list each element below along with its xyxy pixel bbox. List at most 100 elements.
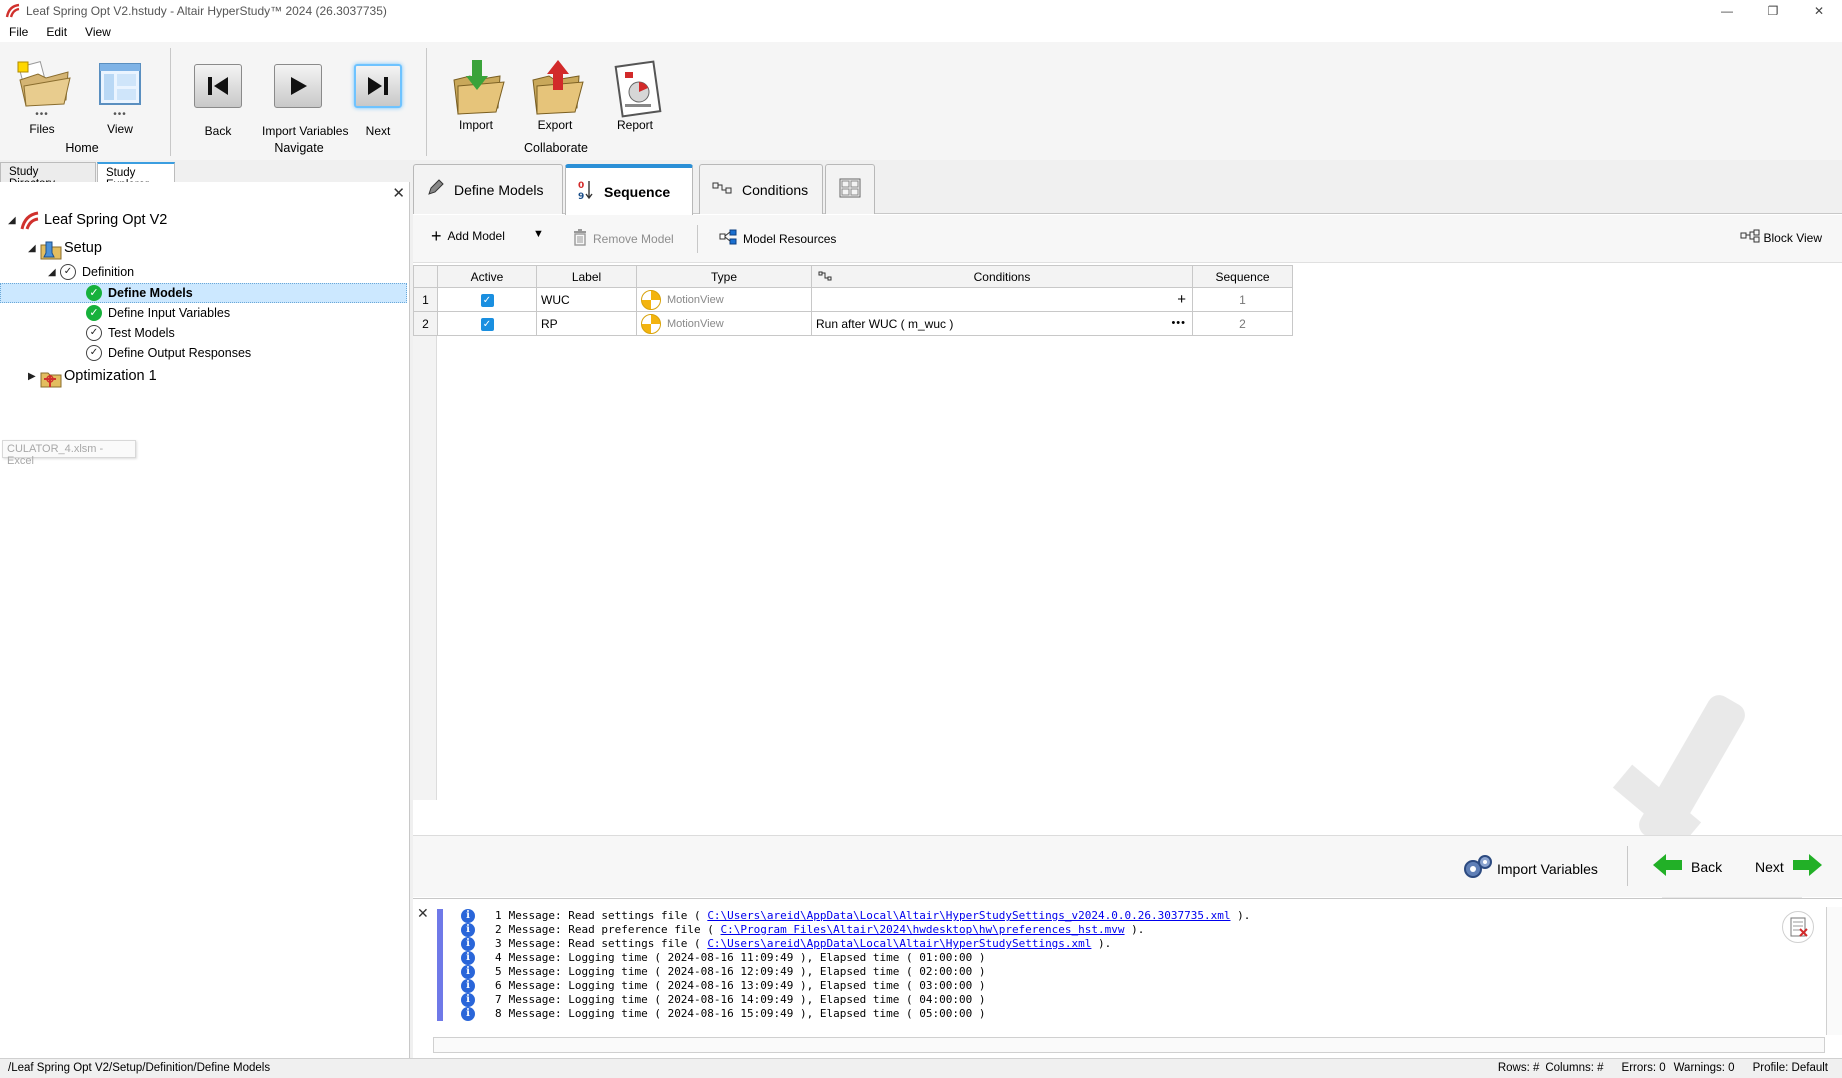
ribbon-import-label: Import — [458, 118, 493, 132]
row-number: 1 — [413, 287, 438, 312]
sort-numeric-icon: 09 — [578, 179, 594, 204]
ribbon-import-button[interactable]: Import — [440, 60, 512, 132]
col-type-header[interactable]: Type — [636, 265, 812, 288]
expand-caret-icon[interactable]: ◢ — [48, 267, 60, 278]
export-folder-icon — [529, 60, 584, 115]
gears-icon — [1463, 854, 1493, 883]
tab-conditions[interactable]: Conditions — [699, 164, 823, 214]
log-vertical-scrollbar[interactable] — [1826, 907, 1842, 1035]
row-header-strip — [413, 265, 437, 800]
tree-item-study-root[interactable]: ◢ Leaf Spring Opt V2 — [8, 210, 167, 230]
tree-item-setup[interactable]: ◢ Setup — [28, 238, 102, 260]
sequence-cell[interactable]: 2 — [1192, 311, 1293, 336]
log-file-link[interactable]: C:\Users\areid\AppData\Local\Altair\Hype… — [707, 909, 1230, 923]
sequence-cell[interactable]: 1 — [1192, 287, 1293, 312]
ribbon-export-button[interactable]: Export — [519, 60, 591, 132]
table-header-row: Active Label Type Conditions Sequence — [413, 265, 1293, 288]
col-conditions-header[interactable]: Conditions — [811, 265, 1193, 288]
view-button[interactable]: ••• View — [84, 60, 156, 136]
active-cell[interactable]: ✓ — [437, 311, 537, 336]
ribbon-back-button[interactable]: Back — [182, 60, 254, 138]
ribbon-import-variables-button[interactable]: Import Variables — [262, 60, 348, 138]
check-outline-icon: ✓ — [86, 325, 102, 341]
add-model-dropdown[interactable]: ▼ — [533, 228, 544, 240]
import-variables-button[interactable]: Import Variables — [1463, 854, 1598, 883]
tab-define-models[interactable]: Define Models — [413, 164, 563, 214]
models-toolbar: + Add Model ▼ Remove Model Model Resourc… — [413, 215, 1842, 263]
tree-item-define-models[interactable]: ✓ Define Models — [86, 283, 193, 303]
info-icon: i — [461, 1007, 475, 1021]
clear-log-button[interactable] — [1782, 911, 1814, 943]
active-checkbox[interactable]: ✓ — [480, 294, 494, 307]
active-checkbox[interactable]: ✓ — [480, 318, 494, 331]
col-label-header[interactable]: Label — [536, 265, 637, 288]
conditions-cell[interactable]: Run after WUC ( m_wuc ) ••• — [811, 311, 1193, 336]
tab-study-directory[interactable]: Study Directory — [0, 162, 96, 190]
table-row[interactable]: 1 ✓ WUC MotionView + 1 — [413, 287, 1293, 312]
edit-condition-button[interactable]: ••• — [1171, 317, 1186, 329]
log-file-link[interactable]: C:\Users\areid\AppData\Local\Altair\Hype… — [707, 937, 1091, 951]
tree-item-definition[interactable]: ◢ ✓ Definition — [48, 262, 134, 282]
next-label: Next — [1755, 858, 1784, 875]
tab-study-explorer[interactable]: Study Explorer — [97, 162, 175, 191]
table-row[interactable]: 2 ✓ RP MotionView Run after WUC ( m_wuc … — [413, 311, 1293, 336]
label-cell[interactable]: RP — [536, 311, 637, 336]
log-line: i 2 Message: Read preference file ( C:\Pro… — [461, 923, 1250, 937]
tree-item-define-input-variables[interactable]: ✓ Define Input Variables — [86, 303, 230, 323]
check-outline-icon: ✓ — [60, 264, 76, 280]
block-view-button[interactable]: Block View — [1740, 229, 1822, 246]
col-sequence-header[interactable]: Sequence — [1192, 265, 1293, 288]
tree-define-input-variables-label: Define Input Variables — [108, 306, 231, 320]
conditions-cell[interactable]: + — [811, 287, 1193, 312]
caret-down-icon: ▼ — [533, 228, 544, 240]
collapse-caret-icon[interactable]: ▶ — [28, 371, 40, 382]
log-file-link[interactable]: C:\Program Files\Altair\2024\hwdesktop\h… — [721, 923, 1125, 937]
type-cell[interactable]: MotionView — [636, 311, 812, 336]
menu-view[interactable]: View — [76, 25, 120, 39]
tree-optimization-label: Optimization 1 — [64, 368, 157, 384]
tab-grid-view[interactable] — [825, 164, 875, 214]
import-folder-icon — [450, 60, 505, 115]
expand-caret-icon[interactable]: ◢ — [8, 215, 20, 226]
model-resources-icon — [719, 229, 737, 248]
status-rows: Rows: # — [1497, 1062, 1540, 1074]
maximize-button[interactable]: ❐ — [1750, 0, 1796, 22]
log-horizontal-scrollbar[interactable] — [433, 1037, 1825, 1053]
tree-item-define-output-responses[interactable]: ✓ Define Output Responses — [86, 343, 251, 363]
files-button[interactable]: ••• Files — [6, 60, 78, 136]
title-bar: Leaf Spring Opt V2.hstudy - Altair Hyper… — [0, 0, 1842, 22]
expand-caret-icon[interactable]: ◢ — [28, 243, 40, 254]
tab-sequence-label: Sequence — [604, 183, 671, 200]
active-cell[interactable]: ✓ — [437, 287, 537, 312]
log-message-tail: ). — [1124, 923, 1145, 936]
col-active-header[interactable]: Active — [437, 265, 537, 288]
back-button[interactable]: Back — [1653, 854, 1722, 879]
add-model-button[interactable]: + Add Model — [431, 227, 505, 245]
ribbon-report-button[interactable]: Report — [599, 60, 671, 132]
arrow-left-icon — [1653, 854, 1683, 879]
remove-model-button[interactable]: Remove Model — [573, 229, 674, 249]
add-condition-button[interactable]: + — [1177, 291, 1186, 308]
arrow-right-icon — [1792, 854, 1822, 879]
collaborate-group-label: Collaborate — [524, 141, 588, 155]
setup-folder-icon — [40, 239, 62, 260]
status-errors: Errors: 0 — [1621, 1062, 1666, 1074]
minimize-button[interactable]: — — [1704, 0, 1750, 22]
tree-item-test-models[interactable]: ✓ Test Models — [86, 323, 175, 343]
info-icon: i — [461, 979, 475, 993]
type-cell[interactable]: MotionView — [636, 287, 812, 312]
clear-log-icon — [1790, 917, 1808, 937]
menu-edit[interactable]: Edit — [37, 25, 76, 39]
close-window-button[interactable]: ✕ — [1796, 0, 1842, 22]
close-panel-icon[interactable]: ✕ — [392, 184, 405, 202]
status-profile: Profile: Default — [1752, 1062, 1828, 1074]
tab-sequence[interactable]: 09 Sequence — [565, 164, 693, 215]
next-button[interactable]: Next — [1755, 854, 1822, 879]
close-log-icon[interactable]: ✕ — [417, 905, 429, 922]
label-cell[interactable]: WUC — [536, 287, 637, 312]
tree-item-optimization[interactable]: ▶ Optimization 1 — [28, 366, 157, 388]
model-resources-button[interactable]: Model Resources — [719, 229, 836, 248]
tree-test-models-label: Test Models — [108, 326, 175, 340]
menu-file[interactable]: File — [0, 25, 37, 39]
ribbon-next-button[interactable]: Next — [342, 60, 414, 138]
